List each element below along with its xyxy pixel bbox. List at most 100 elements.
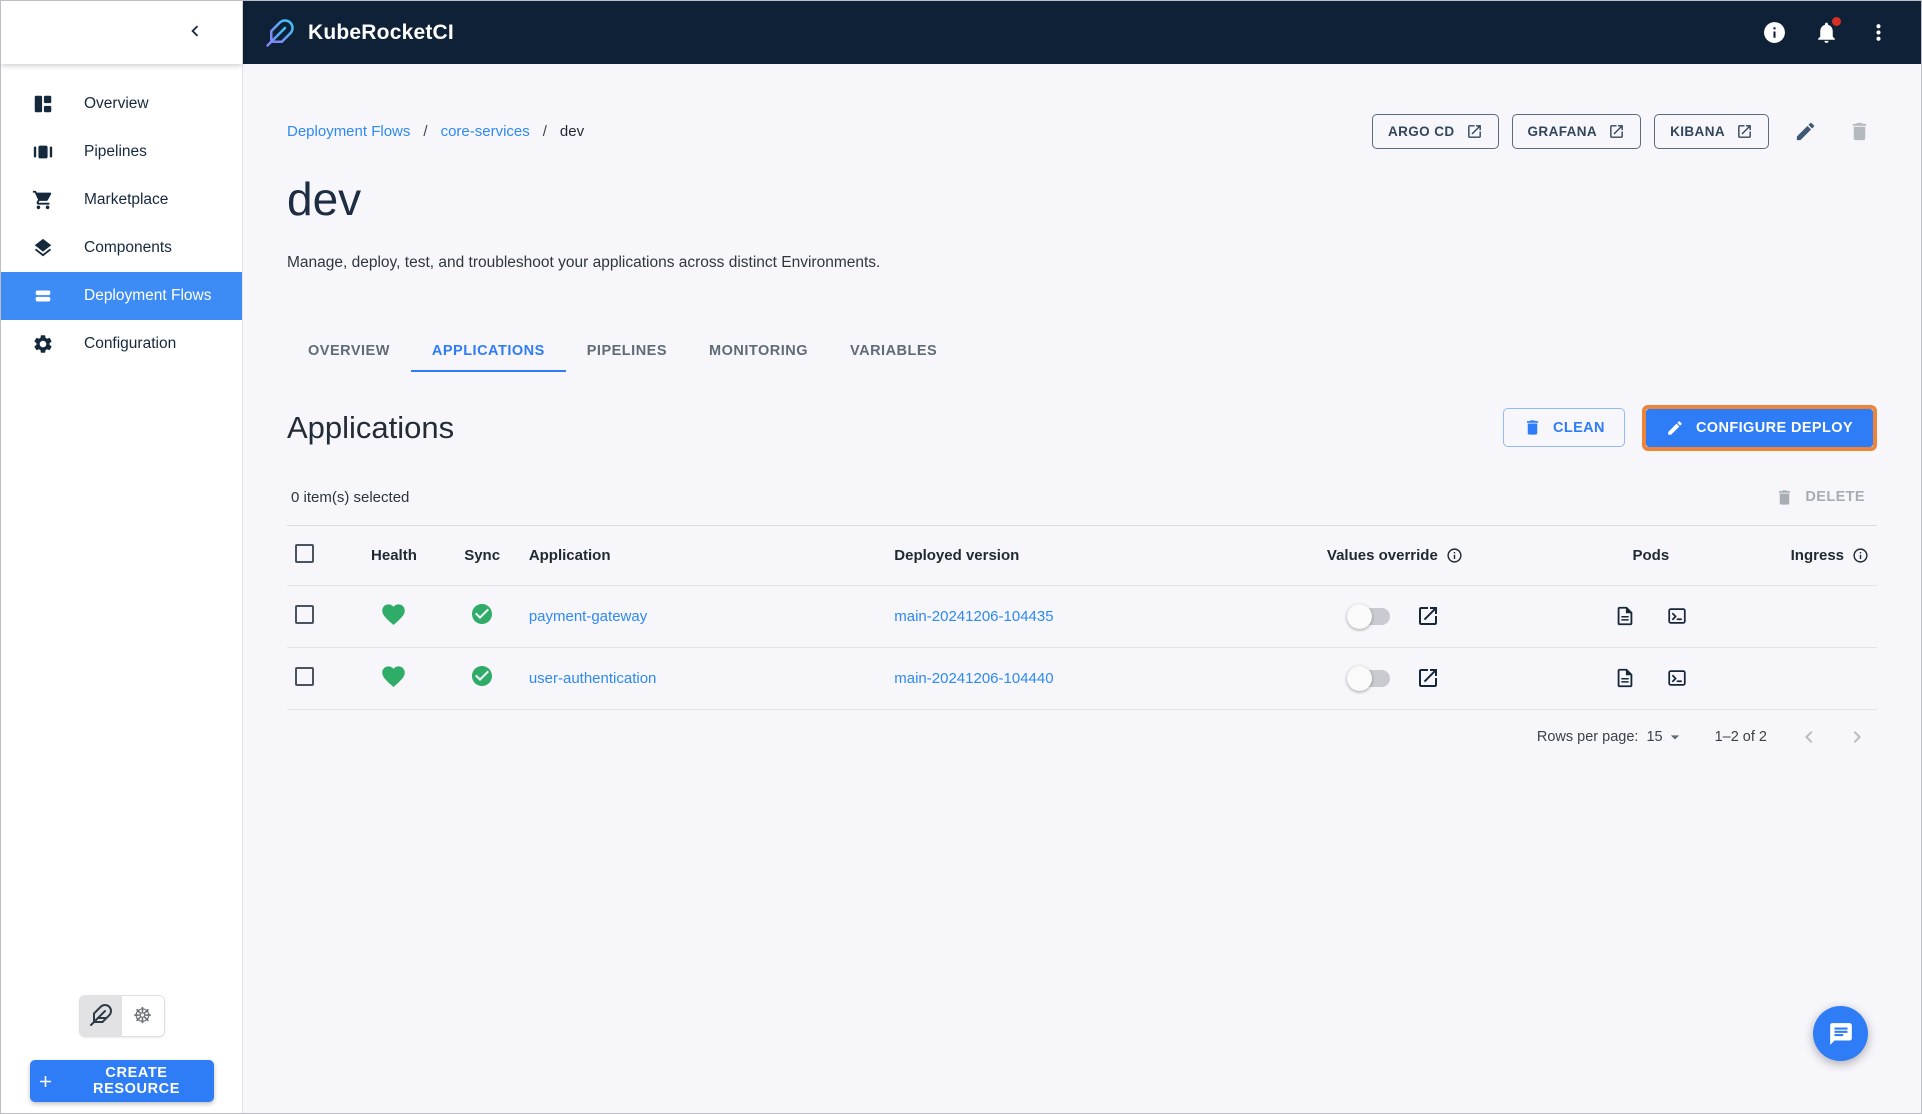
tab-applications[interactable]: APPLICATIONS [410, 330, 566, 372]
pod-logs-button[interactable] [1614, 667, 1636, 689]
breadcrumb-link-core-services[interactable]: core-services [441, 123, 530, 140]
quick-links: ARGO CD GRAFANA KIBANA [1371, 114, 1877, 149]
top-app-bar: KubeRocketCI [243, 1, 1921, 64]
configure-deploy-button[interactable]: CONFIGURE DEPLOY [1645, 408, 1873, 447]
kibana-link-button[interactable]: KIBANA [1654, 114, 1769, 149]
pagination-range: 1–2 of 2 [1714, 728, 1767, 745]
open-in-new-button[interactable] [1416, 604, 1440, 628]
clean-button[interactable]: CLEAN [1502, 408, 1625, 448]
table-row: payment-gateway main-20241206-104435 [287, 584, 1877, 648]
pod-terminal-button[interactable] [1666, 667, 1688, 689]
chevron-left-icon [184, 20, 206, 45]
values-override-toggle[interactable] [1346, 665, 1390, 691]
row-checkbox[interactable] [295, 604, 314, 624]
brand: KubeRocketCI [265, 18, 454, 48]
argo-cd-link-button[interactable]: ARGO CD [1371, 114, 1499, 149]
deployed-version-link[interactable]: main-20241206-104435 [894, 608, 1053, 625]
sidebar-item-configuration[interactable]: Configuration [1, 320, 242, 368]
pencil-icon [1794, 120, 1817, 143]
trash-icon [1775, 488, 1794, 507]
trash-icon [1523, 418, 1542, 437]
configure-deploy-label: CONFIGURE DEPLOY [1695, 419, 1853, 436]
tabs: OVERVIEW APPLICATIONS PIPELINES MONITORI… [287, 330, 1877, 372]
notification-badge [1832, 17, 1841, 26]
values-override-toggle[interactable] [1346, 603, 1390, 629]
sidebar-item-deployment-flows[interactable]: Deployment Flows [1, 272, 242, 320]
grafana-link-button[interactable]: GRAFANA [1511, 114, 1642, 149]
rows-per-page-select[interactable]: 15 [1646, 727, 1684, 747]
sidebar-footer: ☸ CREATE RESOURCE [1, 995, 242, 1113]
chat-fab-button[interactable] [1813, 1006, 1868, 1061]
more-menu-button[interactable] [1866, 20, 1891, 45]
delete-environment-button[interactable] [1842, 114, 1877, 149]
applications-table: Health Sync Application Deployed version… [287, 526, 1877, 709]
clean-button-label: CLEAN [1552, 419, 1605, 436]
create-resource-button[interactable]: CREATE RESOURCE [29, 1060, 214, 1102]
sidebar-item-label: Configuration [84, 335, 177, 352]
table-header-row: Health Sync Application Deployed version… [287, 526, 1877, 586]
info-icon[interactable] [1446, 547, 1463, 564]
app-logo-icon [265, 18, 295, 48]
row-checkbox[interactable] [295, 666, 314, 686]
pod-logs-button[interactable] [1614, 605, 1636, 627]
tab-overview[interactable]: OVERVIEW [287, 330, 411, 372]
configure-deploy-highlight: CONFIGURE DEPLOY [1641, 404, 1877, 451]
delete-selected-button[interactable]: DELETE [1769, 487, 1871, 508]
pencil-icon [1666, 419, 1684, 437]
applications-actions: CLEAN CONFIGURE DEPLOY [1502, 404, 1877, 451]
breadcrumb-separator: / [542, 123, 547, 140]
sidebar-item-pipelines[interactable]: Pipelines [1, 128, 242, 176]
quick-link-label: KIBANA [1670, 124, 1725, 139]
tab-pipelines[interactable]: PIPELINES [566, 330, 688, 372]
sidebar-item-label: Pipelines [84, 143, 147, 160]
notifications-button[interactable] [1814, 17, 1841, 45]
krci-view-button[interactable] [79, 996, 122, 1036]
topbar-actions [1762, 17, 1891, 45]
kubernetes-view-button[interactable]: ☸ [121, 996, 164, 1036]
components-icon [31, 236, 55, 260]
deployed-version-link[interactable]: main-20241206-104440 [894, 670, 1053, 687]
sidebar-item-label: Deployment Flows [84, 287, 212, 304]
next-page-button[interactable] [1845, 725, 1869, 749]
previous-page-button[interactable] [1797, 725, 1821, 749]
column-header-application: Application [528, 546, 611, 564]
selected-count: 0 item(s) selected [291, 488, 410, 506]
sidebar-item-overview[interactable]: Overview [1, 80, 242, 128]
create-resource-label: CREATE RESOURCE [93, 1065, 180, 1097]
info-icon[interactable] [1852, 547, 1869, 564]
breadcrumb-separator: / [423, 123, 428, 140]
table-row: user-authentication main-20241206-104440 [287, 646, 1877, 709]
document-icon [1614, 605, 1636, 627]
sync-synced-icon [470, 664, 494, 688]
select-all-checkbox[interactable] [295, 543, 314, 563]
kubernetes-icon: ☸ [132, 1003, 153, 1028]
sidebar-item-marketplace[interactable]: Marketplace [1, 176, 242, 224]
column-header-sync: Sync [464, 546, 501, 564]
tab-monitoring[interactable]: MONITORING [688, 330, 829, 372]
edit-environment-button[interactable] [1788, 114, 1823, 149]
sidebar-item-components[interactable]: Components [1, 224, 242, 272]
application-link[interactable]: user-authentication [529, 670, 657, 687]
overview-icon [31, 92, 55, 116]
sidebar-header [1, 1, 242, 64]
toggle-thumb [1346, 603, 1372, 629]
view-switcher: ☸ [78, 995, 165, 1037]
column-header-health: Health [371, 546, 417, 564]
column-header-deployed-version: Deployed version [894, 546, 1020, 564]
info-button[interactable] [1762, 20, 1787, 45]
open-in-new-button[interactable] [1416, 666, 1440, 690]
table-pagination: Rows per page: 15 1–2 of 2 [287, 708, 1877, 749]
deployment-flows-icon [31, 284, 55, 308]
configuration-icon [31, 332, 55, 356]
app-root: Overview Pipelines Marketplace Component… [0, 0, 1922, 1114]
application-link[interactable]: payment-gateway [529, 608, 647, 625]
chat-icon [1828, 1021, 1854, 1047]
tab-variables[interactable]: VARIABLES [829, 330, 958, 372]
open-in-new-icon [1736, 123, 1753, 140]
table-toolbar: 0 item(s) selected DELETE [287, 487, 1877, 526]
trash-icon [1848, 120, 1871, 143]
pod-terminal-button[interactable] [1666, 605, 1688, 627]
breadcrumb-link-deployment-flows[interactable]: Deployment Flows [287, 123, 410, 140]
sidebar-collapse-button[interactable] [180, 16, 210, 49]
breadcrumb: Deployment Flows / core-services / dev [287, 123, 584, 140]
